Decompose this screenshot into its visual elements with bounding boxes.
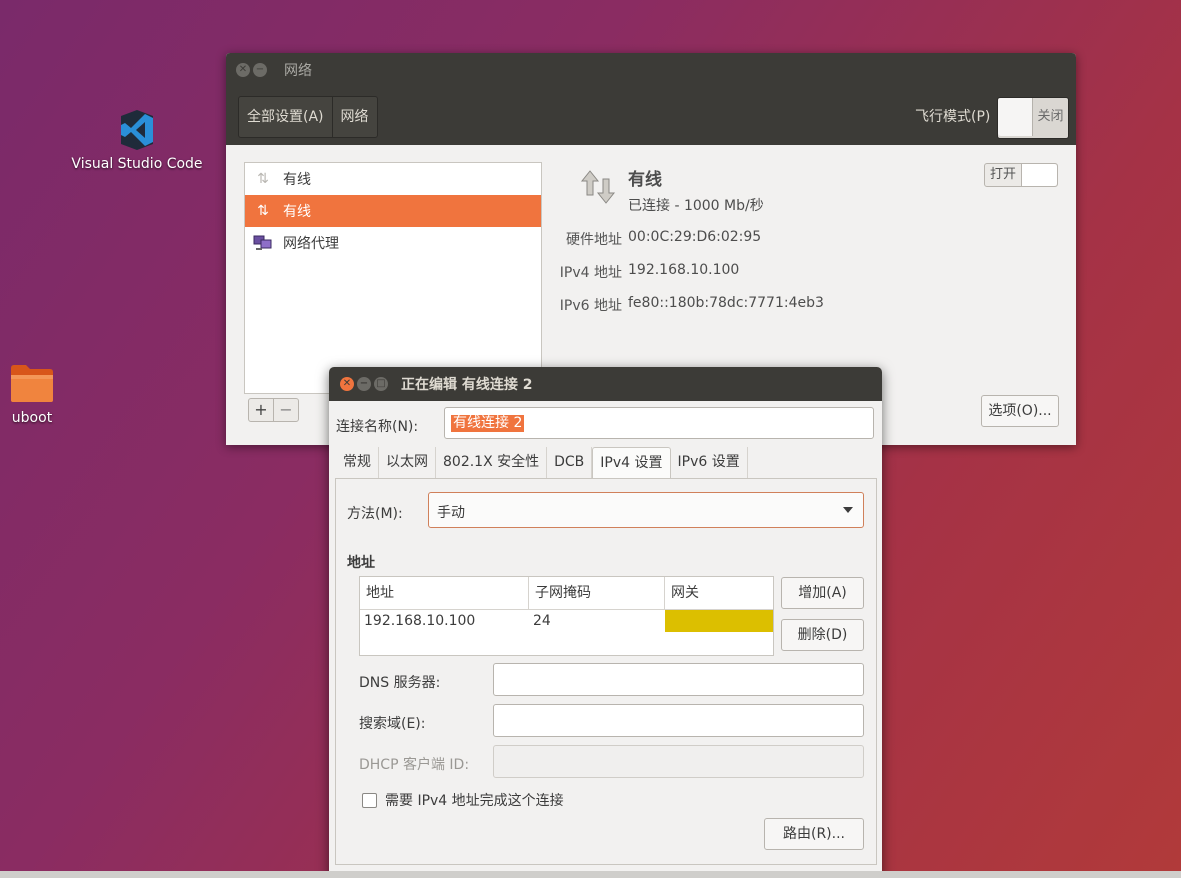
connection-name-input[interactable]: 有线连接 2 — [444, 407, 874, 439]
add-address-button[interactable]: 增加(A) — [781, 577, 864, 609]
edit-connection-dialog: ✕ − □ 正在编辑 有线连接 2 连接名称(N): 有线连接 2 常规 以太网… — [329, 367, 882, 878]
breadcrumb: 全部设置(A) 网络 — [238, 96, 378, 138]
uboot-label: uboot — [11, 410, 53, 426]
ipv4-settings-panel: 方法(M): 手动 地址 地址 子网掩码 网关 192.168.10.100 2… — [335, 478, 877, 865]
dhcp-client-id-label: DHCP 客户端 ID: — [359, 757, 470, 773]
connection-name-label: 连接名称(N): — [336, 419, 419, 435]
network-window-titlebar: ✕ − 网络 — [226, 53, 1076, 87]
column-header-gateway[interactable]: 网关 — [665, 577, 773, 610]
tab-ethernet[interactable]: 以太网 — [379, 447, 436, 478]
method-value: 手动 — [437, 505, 465, 521]
close-icon[interactable]: ✕ — [236, 63, 250, 77]
wired-icon: ⇅ — [257, 171, 269, 187]
vscode-label: Visual Studio Code — [71, 156, 203, 172]
proxy-icon — [253, 233, 273, 253]
ipv6-address-value: fe80::180b:78dc:7771:4eb3 — [628, 295, 824, 311]
search-domains-label: 搜索域(E): — [359, 716, 426, 732]
add-remove-buttons: + − — [248, 398, 299, 422]
hardware-address-value: 00:0C:29:D6:02:95 — [628, 229, 762, 245]
tab-ipv6-settings[interactable]: IPv6 设置 — [671, 447, 748, 478]
breadcrumb-network[interactable]: 网络 — [331, 97, 377, 137]
airplane-mode-switch[interactable]: 关闭 — [997, 97, 1069, 139]
ipv6-address-label: IPv6 地址 — [559, 298, 622, 314]
device-item-label: 有线 — [283, 204, 311, 220]
delete-address-button[interactable]: 删除(D) — [781, 619, 864, 651]
wired-icon: ⇅ — [257, 203, 269, 219]
bottom-panel-edge — [0, 871, 1181, 878]
hardware-address-label: 硬件地址 — [566, 232, 622, 248]
folder-icon — [9, 362, 55, 404]
desktop-icon-uboot[interactable]: uboot — [4, 362, 60, 426]
tab-dcb[interactable]: DCB — [547, 447, 593, 478]
address-table[interactable]: 地址 子网掩码 网关 192.168.10.100 24 — [359, 576, 774, 656]
chevron-down-icon — [843, 507, 853, 513]
desktop-icon-vscode[interactable]: Visual Studio Code — [64, 108, 210, 172]
switch-knob — [1021, 164, 1057, 186]
require-ipv4-checkbox[interactable] — [362, 792, 377, 808]
wired-large-icon — [578, 167, 618, 207]
device-item-label: 有线 — [283, 172, 311, 188]
network-toolbar: 全部设置(A) 网络 飞行模式(P) 关闭 — [226, 87, 1076, 145]
remove-device-button[interactable]: − — [273, 399, 298, 421]
dialog-titlebar: ✕ − □ 正在编辑 有线连接 2 — [329, 367, 882, 401]
column-header-address[interactable]: 地址 — [360, 577, 529, 610]
dns-servers-input[interactable] — [493, 663, 864, 696]
method-label: 方法(M): — [347, 506, 403, 522]
gateway-cell[interactable] — [665, 610, 773, 632]
tab-general[interactable]: 常规 — [336, 447, 379, 478]
dns-servers-label: DNS 服务器: — [359, 675, 441, 691]
address-heading: 地址 — [347, 555, 375, 571]
device-item-wired-1[interactable]: ⇅ 有线 — [245, 163, 541, 195]
ipv4-address-value: 192.168.10.100 — [628, 262, 740, 278]
device-title: 有线 — [628, 170, 662, 190]
minimize-icon[interactable]: − — [357, 377, 371, 391]
dialog-title: 正在编辑 有线连接 2 — [401, 377, 533, 393]
switch-state-label: 打开 — [989, 167, 1016, 182]
ipv4-address-label: IPv4 地址 — [559, 265, 622, 281]
minimize-icon[interactable]: − — [253, 63, 267, 77]
connection-name-value: 有线连接 2 — [451, 415, 525, 432]
dhcp-client-id-input — [493, 745, 864, 778]
settings-tabs: 常规 以太网 802.1X 安全性 DCB IPv4 设置 IPv6 设置 — [336, 447, 748, 478]
tab-8021x-security[interactable]: 802.1X 安全性 — [436, 447, 548, 478]
breadcrumb-all-settings[interactable]: 全部设置(A) — [239, 97, 332, 137]
close-icon[interactable]: ✕ — [340, 377, 354, 391]
maximize-icon[interactable]: □ — [374, 377, 388, 391]
airplane-mode-state: 关闭 — [1037, 109, 1064, 124]
wired-on-switch[interactable]: 打开 — [984, 163, 1058, 187]
search-domains-input[interactable] — [493, 704, 864, 737]
column-header-netmask[interactable]: 子网掩码 — [529, 577, 665, 610]
window-title: 网络 — [284, 63, 312, 79]
add-device-button[interactable]: + — [249, 399, 273, 421]
device-list: ⇅ 有线 ⇅ 有线 网络代理 — [244, 162, 542, 394]
switch-knob — [998, 98, 1033, 136]
tab-ipv4-settings[interactable]: IPv4 设置 — [592, 447, 671, 478]
options-button[interactable]: 选项(O)... — [981, 395, 1059, 427]
netmask-cell[interactable]: 24 — [529, 610, 665, 632]
require-ipv4-checkbox-row[interactable]: 需要 IPv4 地址完成这个连接 — [362, 790, 564, 810]
airplane-mode-label: 飞行模式(P) — [915, 109, 991, 125]
device-item-wired-2[interactable]: ⇅ 有线 — [245, 195, 541, 227]
connection-status: 已连接 - 1000 Mb/秒 — [628, 198, 764, 214]
device-item-label: 网络代理 — [283, 236, 339, 252]
vscode-icon — [115, 108, 159, 152]
routes-button[interactable]: 路由(R)... — [764, 818, 864, 850]
method-select[interactable]: 手动 — [428, 492, 864, 528]
address-cell[interactable]: 192.168.10.100 — [360, 610, 529, 632]
require-ipv4-label: 需要 IPv4 地址完成这个连接 — [385, 793, 564, 809]
device-item-proxy[interactable]: 网络代理 — [245, 227, 541, 259]
